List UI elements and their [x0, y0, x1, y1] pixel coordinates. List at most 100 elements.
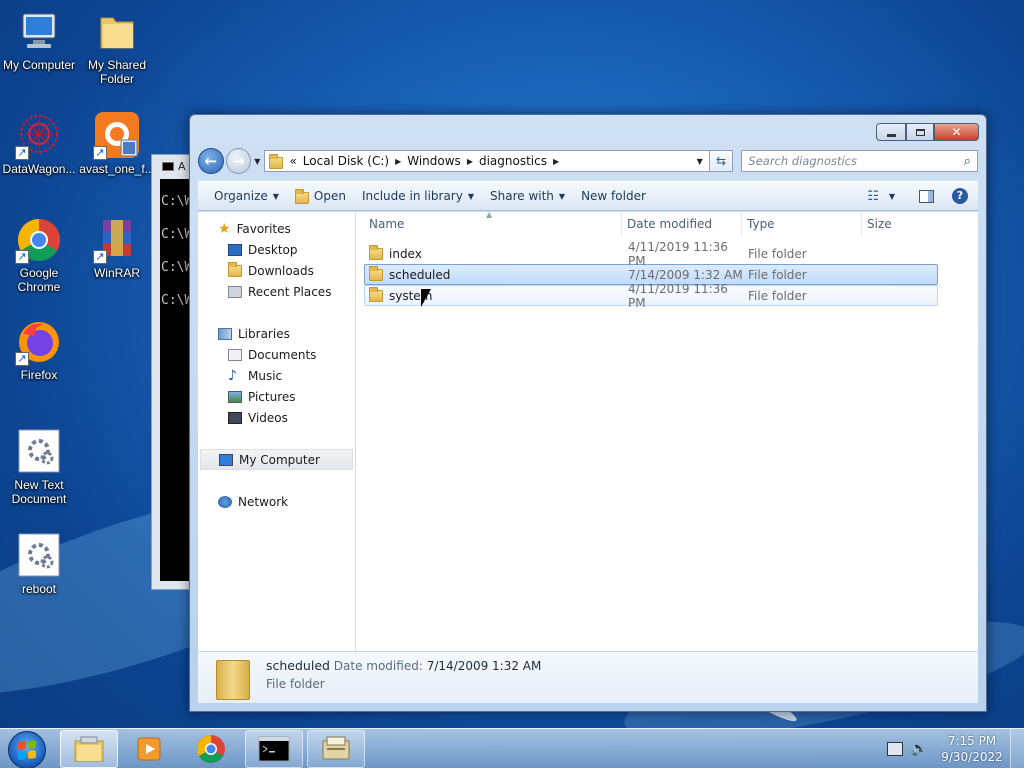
taskbar-cmd-button[interactable]: [245, 730, 303, 768]
nav-videos[interactable]: Videos: [198, 407, 355, 428]
folder-icon: [93, 8, 141, 56]
address-bar[interactable]: « Local Disk (C:) ▶ Windows ▶ diagnostic…: [264, 150, 710, 172]
open-button[interactable]: Open: [287, 182, 354, 210]
datawagon-icon: ↗: [15, 112, 63, 160]
search-box[interactable]: ⌕: [741, 150, 978, 172]
shortcut-arrow-icon: ↗: [15, 352, 29, 366]
network-tray-icon[interactable]: [886, 742, 903, 756]
nav-network[interactable]: Network: [198, 491, 355, 512]
taskbar-explorer-button[interactable]: [60, 730, 118, 768]
desktop-icon-reboot[interactable]: reboot: [1, 532, 77, 596]
nav-music[interactable]: ♪ Music: [198, 365, 355, 386]
search-icon[interactable]: ⌕: [964, 154, 971, 169]
desktop-icon-avast[interactable]: ↗ avast_one_f...: [79, 112, 155, 176]
column-header-date-modified[interactable]: Date modified: [622, 212, 742, 235]
back-arrow-icon: ←: [204, 152, 218, 170]
navigation-pane[interactable]: ★ Favorites Desktop Downloads Recent Pla…: [198, 212, 356, 651]
help-icon[interactable]: ?: [952, 188, 968, 204]
maximize-button[interactable]: [906, 123, 934, 141]
include-in-library-button[interactable]: Include in library ▼: [354, 182, 482, 210]
refresh-icon: ⇆: [716, 154, 727, 168]
recent-pages-dropdown[interactable]: ▼: [254, 157, 260, 166]
explorer-content: ★ Favorites Desktop Downloads Recent Pla…: [198, 210, 978, 651]
share-with-button[interactable]: Share with ▼: [482, 182, 573, 210]
computer-icon: [15, 8, 63, 56]
file-row[interactable]: index 4/11/2019 11:36 PM File folder: [364, 240, 938, 268]
chrome-icon: ↗: [15, 216, 63, 264]
nav-documents[interactable]: Documents: [198, 344, 355, 365]
column-header-type[interactable]: Type: [742, 212, 862, 235]
show-desktop-button[interactable]: [1010, 729, 1024, 768]
text-document-icon: [15, 428, 63, 476]
firefox-icon: ↗: [15, 318, 63, 366]
organize-button[interactable]: Organize ▼: [206, 182, 287, 210]
breadcrumb-separator-icon[interactable]: ▶: [553, 157, 559, 166]
documents-icon: [228, 348, 242, 361]
breadcrumb-separator-icon[interactable]: ▶: [395, 157, 401, 166]
minimize-button[interactable]: [876, 123, 906, 141]
explorer-window[interactable]: ✕ ← → ▼ « Local Disk (C:) ▶ Windows ▶ di…: [189, 114, 987, 712]
taskbar-app-button[interactable]: [307, 730, 365, 768]
network-icon: [218, 495, 232, 508]
nav-favorites[interactable]: ★ Favorites: [198, 218, 355, 239]
volume-icon[interactable]: 🔈: [911, 741, 928, 757]
preview-pane-icon[interactable]: [919, 189, 934, 203]
desktop-icon-winrar[interactable]: ↗ WinRAR: [79, 216, 155, 280]
navigation-bar: ← → ▼ « Local Disk (C:) ▶ Windows ▶ diag…: [198, 147, 978, 175]
taskbar-media-player-button[interactable]: [120, 730, 178, 768]
new-folder-button[interactable]: New folder: [573, 182, 654, 210]
recent-places-icon: [228, 285, 242, 298]
chevron-down-icon: ▼: [558, 191, 566, 201]
address-folder-icon: [269, 153, 284, 169]
back-button[interactable]: ←: [198, 148, 224, 174]
computer-icon: [219, 453, 233, 466]
file-list-pane[interactable]: ▲ Name Date modified Type Size index 4/1…: [356, 210, 978, 651]
desktop-icon: [228, 243, 242, 256]
column-header-size[interactable]: Size: [862, 212, 942, 235]
breadcrumb-diagnostics[interactable]: diagnostics: [479, 154, 547, 168]
command-bar: Organize ▼ Open Include in library ▼ Sha…: [198, 181, 978, 211]
nav-downloads[interactable]: Downloads: [198, 260, 355, 281]
nav-my-computer[interactable]: My Computer: [200, 449, 353, 470]
view-controls: ☷ ▼ ?: [867, 188, 978, 204]
view-options-dropdown[interactable]: ▼: [889, 192, 895, 201]
desktop-icon-google-chrome[interactable]: ↗ Google Chrome: [1, 216, 77, 294]
desktop-icon-my-shared-folder[interactable]: My Shared Folder: [79, 8, 155, 86]
file-row[interactable]: system 4/11/2019 11:36 PM File folder: [364, 282, 938, 310]
breadcrumb-local-disk[interactable]: Local Disk (C:): [303, 154, 389, 168]
nav-recent-places[interactable]: Recent Places: [198, 281, 355, 302]
change-view-icon[interactable]: ☷: [867, 189, 879, 204]
breadcrumb-windows[interactable]: Windows: [407, 154, 461, 168]
command-prompt-icon: [258, 736, 290, 762]
folder-icon: [369, 244, 383, 260]
shortcut-arrow-icon: ↗: [93, 146, 107, 160]
details-type: File folder: [266, 677, 325, 691]
desktop-icon-datawagon[interactable]: ↗ DataWagon...: [1, 112, 77, 176]
desktop-icon-new-text-document[interactable]: New Text Document: [1, 428, 77, 506]
desktop-icon-my-computer[interactable]: My Computer: [1, 8, 77, 72]
open-folder-icon: [294, 188, 309, 204]
nav-desktop[interactable]: Desktop: [198, 239, 355, 260]
breadcrumb-separator-icon[interactable]: ▶: [467, 157, 473, 166]
close-button[interactable]: ✕: [934, 123, 979, 141]
forward-arrow-icon: →: [232, 152, 245, 170]
address-history-dropdown[interactable]: ▼: [697, 157, 703, 166]
nav-pictures[interactable]: Pictures: [198, 386, 355, 407]
nav-libraries[interactable]: Libraries: [198, 323, 355, 344]
start-button[interactable]: [8, 731, 46, 768]
clock[interactable]: 7:15 PM 9/30/2022: [934, 733, 1010, 765]
taskbar-chrome-button[interactable]: [182, 730, 240, 768]
address-overflow-chevron[interactable]: «: [289, 154, 296, 168]
application-icon: [322, 736, 350, 760]
desktop-icon-firefox[interactable]: ↗ Firefox: [1, 318, 77, 382]
search-input[interactable]: [748, 154, 949, 168]
music-note-icon: ♪: [228, 367, 237, 384]
column-header-name[interactable]: ▲ Name: [364, 210, 622, 235]
forward-button[interactable]: →: [225, 148, 252, 174]
console-titlebar[interactable]: A: [152, 155, 194, 177]
shortcut-arrow-icon: ↗: [15, 250, 29, 264]
refresh-button[interactable]: ⇆: [709, 150, 734, 172]
windows-logo-icon: [18, 740, 36, 760]
system-tray: 🔈 7:15 PM 9/30/2022: [886, 729, 1024, 768]
maximize-icon: [915, 128, 925, 136]
